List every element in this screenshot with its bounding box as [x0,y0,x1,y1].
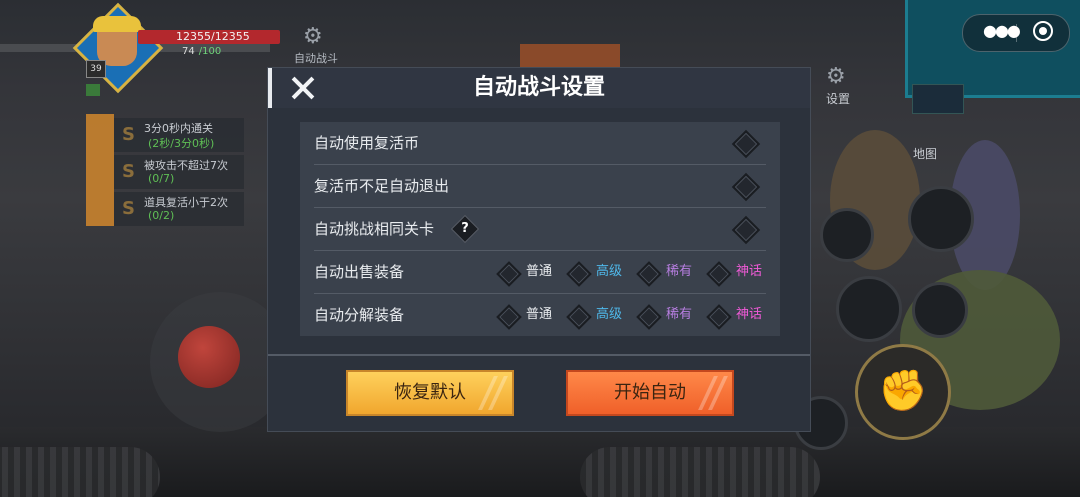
settings-panel: 自动使用复活币 复活币不足自动退出 自动挑战相同关卡 ? 自动出售装备 普通 高… [300,122,780,336]
skill-button[interactable] [912,282,968,338]
dialog-divider [268,354,810,356]
mission-item: S 道具复活小于2次 (0/2) [114,192,244,226]
background-tube [580,447,820,497]
mission-progress: (2秒/3分0秒) [148,137,215,150]
settings-label[interactable]: 设置 [826,90,850,107]
rarity-label: 普通 [526,264,553,279]
setting-row-auto-exit[interactable]: 复活币不足自动退出 [314,165,766,208]
mission-item: S 3分0秒内通关 (2秒/3分0秒) [114,118,244,152]
setting-label: 自动挑战相同关卡 [314,220,435,238]
mp-value: 74 [182,46,195,57]
option-checkbox[interactable] [706,261,732,287]
minimap[interactable] [912,84,964,114]
option-checkbox[interactable] [636,261,662,287]
map-label[interactable]: 地图 [913,145,937,162]
option-checkbox[interactable] [566,304,592,330]
auto-battle-gear-icon[interactable]: ⚙ [303,24,323,49]
option-checkbox[interactable] [706,304,732,330]
help-glyph: ? [461,221,469,236]
option-checkbox[interactable] [496,304,522,330]
mission-progress: (0/2) [148,209,175,222]
rarity-label: 稀有 [666,307,693,322]
mission-title: 道具复活小于2次 [144,196,228,209]
level-badge: 39 [86,60,106,78]
close-miniprogram-icon[interactable] [1033,21,1053,41]
dialog-title: 自动战斗设置 [472,75,605,100]
mission-star-icon: S [122,198,135,219]
background-machinery [520,44,620,68]
rarity-label: 高级 [596,264,623,279]
skill-button[interactable] [908,186,974,252]
option-checkbox[interactable] [496,261,522,287]
settings-gear-icon[interactable]: ⚙ [826,64,846,89]
auto-battle-label[interactable]: 自动战斗 [294,50,338,66]
dialog-header: 自动战斗设置 [268,68,810,108]
mission-star-icon: S [122,124,135,145]
setting-row-auto-sell: 自动出售装备 普通 高级 稀有 神话 [314,251,766,294]
mission-item: S 被攻击不超过7次 (0/7) [114,155,244,189]
hp-text: 12355/12355 [176,30,250,43]
toggle-checkbox[interactable] [731,129,761,159]
rarity-label: 稀有 [666,264,693,279]
rarity-label: 普通 [526,307,553,322]
reset-default-button[interactable]: 恢复默认 [346,370,514,416]
toggle-checkbox[interactable] [731,215,761,245]
rarity-label: 神话 [736,307,763,322]
mission-progress: (0/7) [148,172,175,185]
capsule-divider [1016,24,1017,42]
background-tube [0,447,160,497]
mission-title: 被攻击不超过7次 [144,159,228,172]
mp-text: 74/100 [182,46,221,57]
auto-battle-settings-dialog: 自动战斗设置 自动使用复活币 复活币不足自动退出 自动挑战相同关卡 ? 自动出售… [268,68,810,431]
setting-row-repeat-stage[interactable]: 自动挑战相同关卡 ? [314,208,766,251]
toggle-checkbox[interactable] [731,172,761,202]
more-icon[interactable]: ●●● [983,21,1021,40]
exit-icon[interactable] [86,84,100,96]
skill-button[interactable] [836,276,902,342]
rarity-label: 神话 [736,264,763,279]
mission-title: 3分0秒内通关 [144,122,213,135]
joystick-knob[interactable] [178,326,240,388]
mission-flag-bar [86,114,114,226]
close-icon[interactable] [288,73,318,103]
setting-label: 自动出售装备 [314,263,405,281]
setting-row-auto-revive[interactable]: 自动使用复活币 [314,122,766,165]
option-checkbox[interactable] [566,261,592,287]
start-auto-button[interactable]: 开始自动 [566,370,734,416]
miniprogram-capsule: ●●● [962,14,1070,52]
help-icon[interactable]: ? [450,214,480,244]
option-checkbox[interactable] [636,304,662,330]
setting-row-auto-dismantle: 自动分解装备 普通 高级 稀有 神话 [314,294,766,336]
skill-button[interactable] [820,208,874,262]
setting-label: 自动使用复活币 [314,134,420,152]
setting-label: 复活币不足自动退出 [314,177,450,195]
setting-label: 自动分解装备 [314,306,405,324]
mp-extra: /100 [198,46,222,57]
rarity-label: 高级 [596,307,623,322]
attack-fist-button[interactable]: ✊ [855,344,951,440]
mission-star-icon: S [122,161,135,182]
